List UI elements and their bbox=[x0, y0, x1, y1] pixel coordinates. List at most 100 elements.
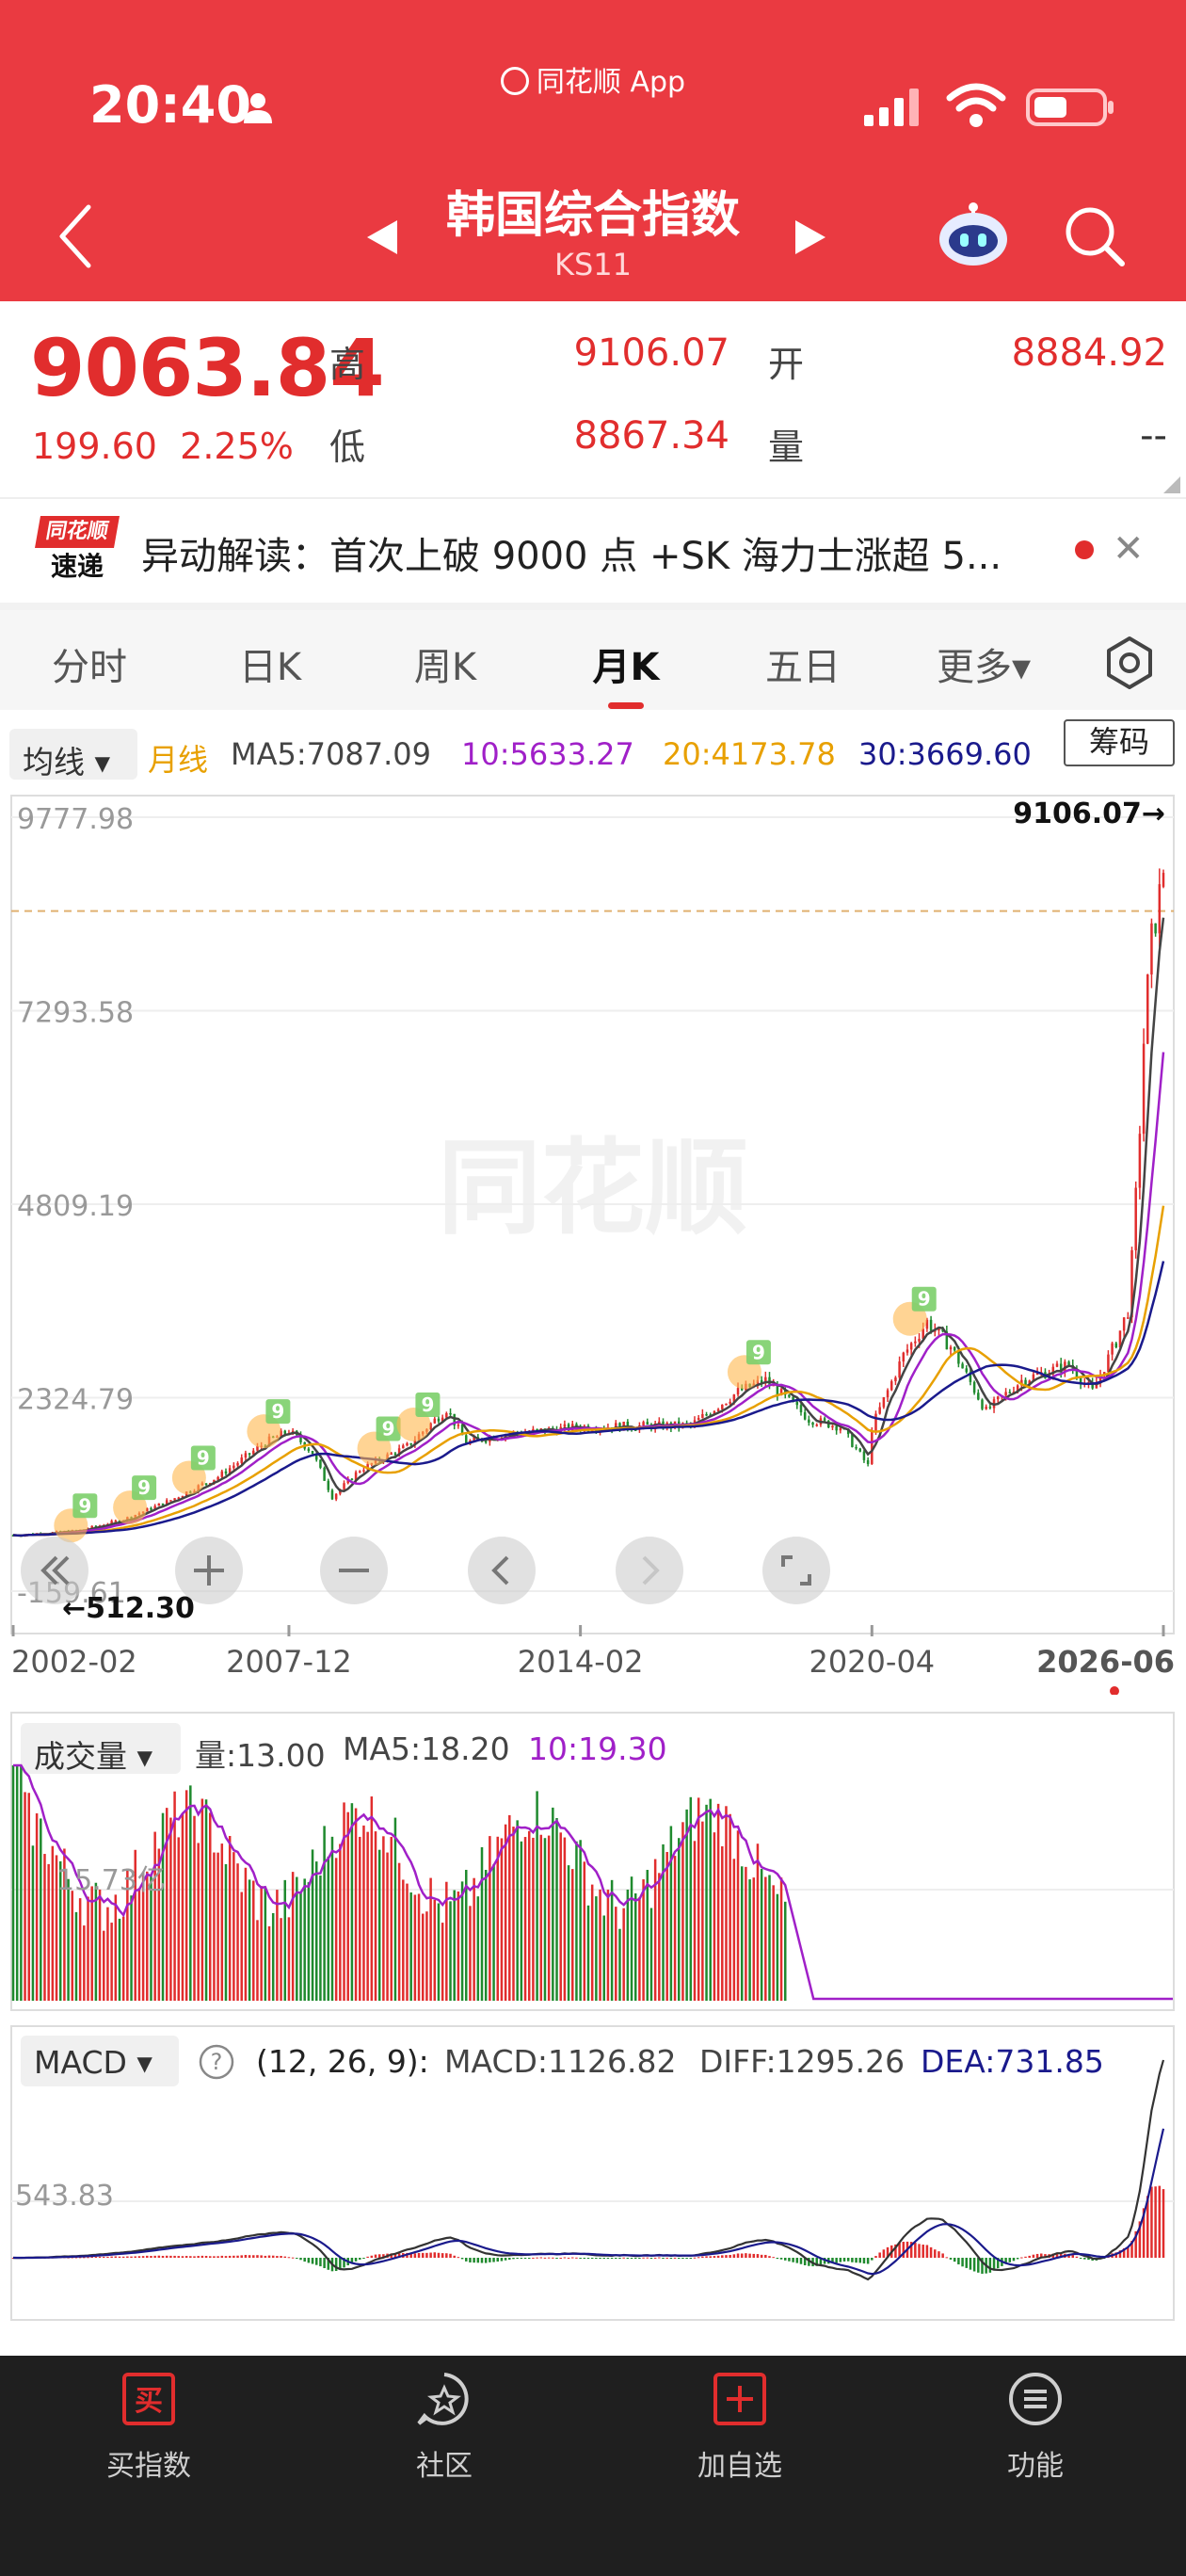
volume-bar bbox=[520, 1841, 523, 2001]
volume-bar bbox=[721, 1845, 724, 2001]
macd-bar bbox=[938, 2251, 940, 2258]
tab-intraday[interactable]: 分时 bbox=[14, 636, 165, 691]
macd-bar bbox=[283, 2256, 287, 2258]
volume-bar bbox=[87, 1896, 89, 2001]
high-value: 9106.07 bbox=[573, 331, 729, 375]
macd-bar bbox=[106, 2256, 109, 2258]
indicator-selector[interactable]: 均线 ▾ bbox=[9, 729, 137, 781]
volume-bar bbox=[350, 1803, 354, 2001]
macd-bar bbox=[492, 2258, 495, 2262]
macd-bar bbox=[646, 2257, 649, 2259]
volume-bar bbox=[457, 1891, 460, 2001]
macd-bar bbox=[208, 2256, 212, 2258]
candle-body bbox=[169, 1500, 172, 1502]
function-menu-nav[interactable]: 功能 bbox=[941, 2371, 1130, 2484]
macd-bar bbox=[161, 2255, 165, 2258]
add-watchlist-icon bbox=[713, 2373, 766, 2425]
volume-bar bbox=[508, 1814, 511, 2001]
zoom-out-button[interactable] bbox=[320, 1537, 388, 1604]
macd-bar bbox=[839, 2258, 842, 2262]
volume-bar bbox=[103, 1930, 105, 2001]
candle-body bbox=[1142, 1043, 1146, 1135]
tab-daily-k[interactable]: 日K bbox=[195, 636, 345, 691]
macd-bar bbox=[146, 2255, 149, 2258]
volume-bar bbox=[678, 1838, 681, 2001]
candle-body bbox=[811, 1422, 814, 1425]
volume-bar bbox=[323, 1826, 326, 2001]
scroll-right-button[interactable] bbox=[616, 1537, 683, 1604]
macd-bar bbox=[701, 2256, 704, 2258]
candle-body bbox=[902, 1352, 906, 1362]
volume-bar bbox=[11, 1765, 15, 2001]
zoom-in-button[interactable] bbox=[175, 1537, 243, 1604]
volume-bar bbox=[532, 1837, 535, 2001]
candle-body bbox=[721, 1404, 724, 1409]
tab-weekly-k[interactable]: 周K bbox=[370, 636, 521, 691]
close-news-button[interactable]: ✕ bbox=[1113, 527, 1145, 571]
macd-bar bbox=[500, 2258, 504, 2262]
add-watchlist-nav[interactable]: 加自选 bbox=[646, 2371, 834, 2484]
macd-bar bbox=[925, 2245, 929, 2258]
volume-bar bbox=[500, 1838, 504, 2001]
volume-bar bbox=[311, 1849, 314, 2001]
candle-body bbox=[323, 1467, 326, 1481]
candle-body bbox=[1008, 1392, 1012, 1393]
candle-body bbox=[725, 1403, 728, 1406]
volume-bar bbox=[571, 1869, 574, 2001]
next-index-icon[interactable] bbox=[793, 218, 827, 256]
volume-bar bbox=[460, 1881, 464, 2001]
robot-assistant-icon[interactable] bbox=[938, 201, 1009, 267]
macd-bar bbox=[590, 2258, 594, 2259]
macd-bar bbox=[914, 2243, 917, 2258]
macd-bar bbox=[752, 2253, 756, 2258]
volume-bar bbox=[649, 1908, 653, 2001]
buy-index-nav[interactable]: 买 买指数 bbox=[55, 2371, 243, 2484]
volume-bar bbox=[161, 1812, 165, 2001]
macd-bar bbox=[642, 2257, 645, 2259]
candle-body bbox=[985, 1407, 987, 1409]
tab-monthly-k[interactable]: 月K bbox=[551, 636, 701, 691]
macd-bar bbox=[835, 2258, 838, 2263]
macd-bar bbox=[922, 2245, 924, 2258]
tab-more[interactable]: 更多▾ bbox=[908, 636, 1059, 691]
macd-bar bbox=[323, 2258, 326, 2269]
volume-bar bbox=[705, 1804, 708, 2001]
macd-bar bbox=[197, 2256, 200, 2258]
macd-bar bbox=[1028, 2255, 1031, 2258]
community-nav[interactable]: 社区 bbox=[350, 2371, 538, 2484]
macd-bar bbox=[547, 2257, 551, 2259]
news-headline[interactable]: 异动解读：首次上破 9000 点 +SK 海力士涨超 5... bbox=[141, 525, 998, 580]
macd-bar bbox=[334, 2258, 338, 2272]
battery-icon bbox=[1026, 89, 1114, 126]
macd-bar bbox=[1008, 2258, 1012, 2262]
settings-icon[interactable] bbox=[1101, 635, 1158, 691]
high-label: 高 bbox=[329, 344, 366, 385]
search-icon[interactable] bbox=[1064, 205, 1126, 267]
volume-bar bbox=[244, 1867, 248, 2001]
signal-marker-label: 9 bbox=[382, 1418, 395, 1441]
candle-body bbox=[716, 1409, 720, 1411]
macd-bar bbox=[1012, 2258, 1016, 2262]
macd-bar bbox=[441, 2253, 444, 2258]
scroll-left-button[interactable] bbox=[468, 1537, 536, 1604]
candle-body bbox=[906, 1349, 909, 1353]
candle-body bbox=[705, 1413, 708, 1416]
macd-bar bbox=[157, 2255, 161, 2258]
menu-icon bbox=[1009, 2373, 1062, 2425]
chip-distribution-button[interactable]: 筹码 bbox=[1064, 719, 1175, 766]
macd-bar bbox=[713, 2256, 716, 2258]
macd-bar bbox=[972, 2258, 976, 2272]
candle-body bbox=[874, 1413, 877, 1431]
candle-body bbox=[862, 1451, 866, 1460]
macd-bar bbox=[772, 2257, 775, 2259]
macd-bar bbox=[118, 2256, 121, 2258]
macd-bar bbox=[453, 2255, 456, 2258]
candle-body bbox=[890, 1381, 893, 1391]
fullscreen-button[interactable] bbox=[762, 1537, 830, 1604]
scroll-start-button[interactable] bbox=[21, 1537, 88, 1604]
macd-bar bbox=[296, 2258, 298, 2259]
tab-five-day[interactable]: 五日 bbox=[728, 636, 878, 691]
volume-bar bbox=[118, 1918, 121, 2001]
macd-bar bbox=[256, 2255, 259, 2258]
volume-bar bbox=[137, 1888, 141, 2001]
